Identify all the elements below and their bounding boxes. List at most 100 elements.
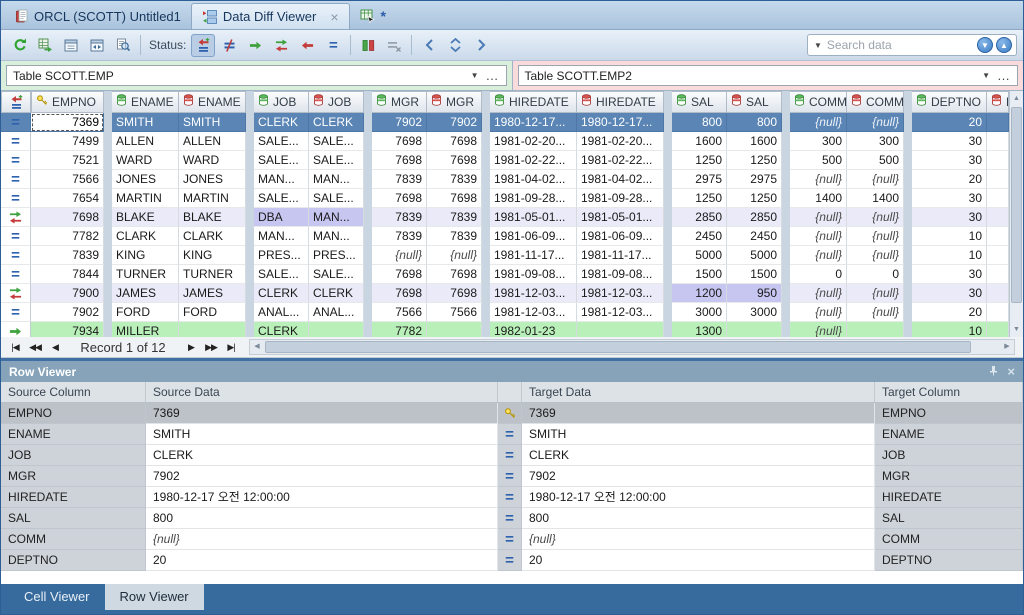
grid-cell[interactable]: 7839	[372, 170, 427, 189]
grid-cell[interactable]: 7698	[31, 208, 104, 227]
grid-cell[interactable]: 7698	[372, 132, 427, 151]
grid-cell[interactable]: CLERK	[309, 284, 364, 303]
grid-data-row[interactable]: =7839KINGKINGPRES...PRES...{null}{null}1…	[1, 246, 1009, 265]
grid-cell[interactable]: 20	[912, 303, 987, 322]
grid-cell[interactable]: CLARK	[179, 227, 246, 246]
grid-cell[interactable]: CLERK	[254, 284, 309, 303]
grid-cell[interactable]: ALLEN	[112, 132, 179, 151]
grid-cell[interactable]	[987, 132, 1009, 151]
grid-cell[interactable]: 500	[790, 151, 847, 170]
grid-cell[interactable]: 7782	[372, 322, 427, 337]
grid-cell[interactable]: 7698	[427, 189, 482, 208]
grid-cell[interactable]: {null}	[790, 170, 847, 189]
grid-cell[interactable]: 30	[912, 208, 987, 227]
grid-cell[interactable]: JONES	[179, 170, 246, 189]
grid-cell[interactable]: 30	[912, 265, 987, 284]
close-icon[interactable]: ×	[330, 10, 338, 24]
grid-cell[interactable]: {null}	[847, 284, 904, 303]
tab-cell-viewer[interactable]: Cell Viewer	[9, 584, 105, 610]
search-next-icon[interactable]: ▼	[977, 37, 993, 53]
grid-cell[interactable]: JAMES	[112, 284, 179, 303]
grid-cell[interactable]: 1981-02-22...	[577, 151, 664, 170]
search-prev-icon[interactable]: ▲	[996, 37, 1012, 53]
grid-cell[interactable]: 1250	[727, 151, 782, 170]
grid-cell[interactable]: WARD	[112, 151, 179, 170]
grid-cell[interactable]: 7698	[372, 284, 427, 303]
grid-cell[interactable]: {null}	[372, 246, 427, 265]
grid-cell[interactable]: 1981-09-28...	[577, 189, 664, 208]
search-dropdown-icon[interactable]: ▼	[814, 41, 822, 50]
grid-header-deptno[interactable]: DEPTNO	[912, 91, 987, 113]
grid-cell[interactable]: 1981-09-08...	[577, 265, 664, 284]
next-diff-button[interactable]	[469, 34, 493, 57]
grid-cell[interactable]: MARTIN	[112, 189, 179, 208]
grid-cell[interactable]	[987, 303, 1009, 322]
grid-cell[interactable]: 1981-06-09...	[577, 227, 664, 246]
grid-data-row[interactable]: =7566JONESJONESMAN...MAN...783978391981-…	[1, 170, 1009, 189]
source-data-value[interactable]: 7369	[146, 403, 498, 424]
chevron-down-icon[interactable]: ▼	[471, 71, 479, 80]
grid-cell[interactable]	[847, 322, 904, 337]
grid-cell[interactable]: PRES...	[254, 246, 309, 265]
grid-cell[interactable]: 1400	[847, 189, 904, 208]
grid-cell[interactable]: SALE...	[309, 132, 364, 151]
grid-cell[interactable]: 7902	[427, 113, 482, 132]
close-icon[interactable]: ×	[1007, 365, 1015, 378]
grid-cell[interactable]: {null}	[847, 227, 904, 246]
grid-cell[interactable]: 1500	[727, 265, 782, 284]
grid-cell[interactable]: 7499	[31, 132, 104, 151]
grid-cell[interactable]: 300	[790, 132, 847, 151]
source-data-value[interactable]: 20	[146, 550, 498, 571]
grid-data-row[interactable]: =7499ALLENALLENSALE...SALE...76987698198…	[1, 132, 1009, 151]
row-viewer-row[interactable]: MGR7902=7902MGR	[1, 466, 1023, 487]
grid-cell[interactable]: SALE...	[254, 151, 309, 170]
grid-cell[interactable]: SMITH	[179, 113, 246, 132]
grid-data-row[interactable]: =7369SMITHSMITHCLERKCLERK790279021980-12…	[1, 113, 1009, 132]
target-data-value[interactable]: 7369	[522, 403, 875, 424]
status-column-header[interactable]	[1, 91, 31, 113]
grid-cell[interactable]: ALLEN	[179, 132, 246, 151]
grid-cell[interactable]: 30	[912, 284, 987, 303]
grid-data-row[interactable]: =7654MARTINMARTINSALE...SALE...769876981…	[1, 189, 1009, 208]
grid-cell[interactable]: 1400	[790, 189, 847, 208]
grid-cell[interactable]: {null}	[790, 227, 847, 246]
source-data-value[interactable]: SMITH	[146, 424, 498, 445]
grid-cell[interactable]: 5000	[727, 246, 782, 265]
grid-cell[interactable]: 1981-05-01...	[490, 208, 577, 227]
grid-cell[interactable]: 950	[727, 284, 782, 303]
target-data-value[interactable]: {null}	[522, 529, 875, 550]
grid-cell[interactable]: 1980-12-17...	[490, 113, 577, 132]
grid-header-ename[interactable]: ENAME	[112, 91, 179, 113]
grid-cell[interactable]: 10	[912, 246, 987, 265]
grid-header-mgr[interactable]: MGR	[427, 91, 482, 113]
grid-cell[interactable]: 3000	[727, 303, 782, 322]
grid-cell[interactable]: 7698	[427, 151, 482, 170]
grid-cell[interactable]: TURNER	[112, 265, 179, 284]
grid-cell[interactable]: 1980-12-17...	[577, 113, 664, 132]
grid-cell[interactable]: 30	[912, 132, 987, 151]
filter-changed-button[interactable]	[191, 34, 215, 57]
grid-cell[interactable]: {null}	[847, 170, 904, 189]
grid-cell[interactable]: SALE...	[309, 189, 364, 208]
grid-cell[interactable]: 7844	[31, 265, 104, 284]
grid-cell[interactable]: 1982-01-23	[490, 322, 577, 337]
grid-cell[interactable]: 2975	[672, 170, 727, 189]
grid-cell[interactable]: 2975	[727, 170, 782, 189]
grid-cell[interactable]: 1600	[727, 132, 782, 151]
grid-cell[interactable]: 1300	[672, 322, 727, 337]
grid-cell[interactable]: 800	[672, 113, 727, 132]
next-record-button[interactable]: ▶	[181, 338, 201, 357]
grid-cell[interactable]: 7902	[31, 303, 104, 322]
grid-cell[interactable]: 30	[912, 189, 987, 208]
grid-cell[interactable]: MAN...	[309, 170, 364, 189]
grid-cell[interactable]: 2850	[727, 208, 782, 227]
grid-cell[interactable]: 1981-05-01...	[577, 208, 664, 227]
grid-cell[interactable]: 7902	[372, 113, 427, 132]
scrollbar-thumb[interactable]	[265, 341, 971, 353]
grid-header-job[interactable]: JOB	[254, 91, 309, 113]
tab-row-viewer[interactable]: Row Viewer	[105, 584, 204, 610]
grid-data-row[interactable]: 7698BLAKEBLAKEDBAMAN...783978391981-05-0…	[1, 208, 1009, 227]
grid-cell[interactable]: 7839	[427, 227, 482, 246]
row-viewer-header-Target Column[interactable]: Target Column	[875, 382, 1023, 402]
grid-cell[interactable]: SALE...	[254, 265, 309, 284]
